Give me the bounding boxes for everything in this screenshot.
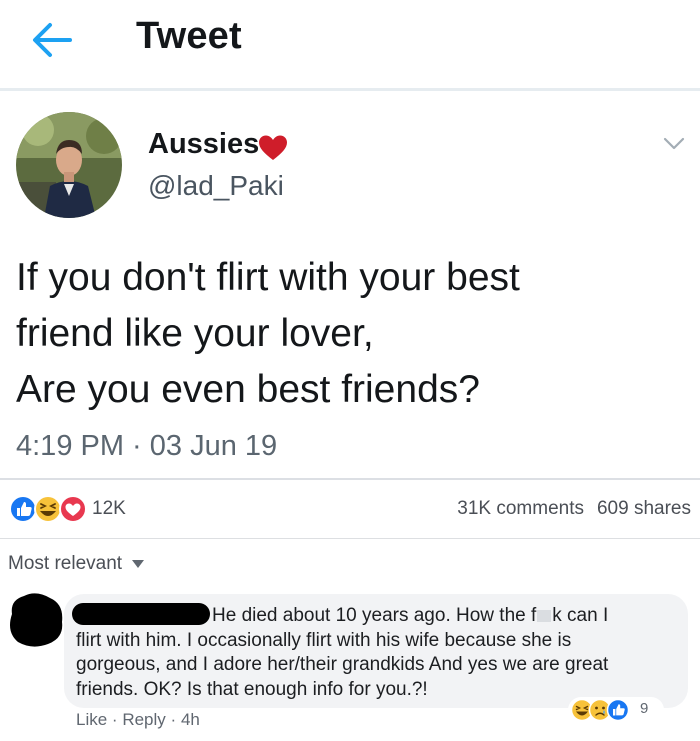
comment-text-part: He died about 10 years ago. How the f	[212, 605, 537, 626]
tweet-text: If you don't flirt with your best friend…	[16, 250, 686, 418]
divider	[0, 478, 700, 480]
comment-reactions-icons[interactable]	[568, 697, 664, 723]
comment-text: He died about 10 years ago. How the f k c…	[76, 604, 676, 702]
divider	[0, 538, 700, 539]
reply-link[interactable]: Reply	[122, 710, 165, 729]
like-link[interactable]: Like	[76, 710, 107, 729]
arrow-left-icon[interactable]	[30, 20, 74, 60]
comment-actions: Like · Reply · 4h	[76, 710, 200, 730]
reactions-icons[interactable]	[8, 494, 98, 524]
shares-count-link[interactable]: 609 shares	[597, 498, 691, 520]
comment-line: gorgeous, and I adore her/their grandkid…	[76, 654, 609, 675]
reaction-count[interactable]: 12K	[92, 498, 126, 520]
censor-patch	[537, 609, 552, 622]
separator: ·	[111, 710, 118, 729]
tweet-line: Are you even best friends?	[16, 368, 480, 411]
chevron-down-icon[interactable]	[662, 136, 686, 152]
comment-time[interactable]: 4h	[181, 710, 200, 729]
red-heart-icon	[259, 135, 287, 160]
tweet-line: If you don't flirt with your best	[16, 256, 520, 299]
caret-down-icon[interactable]	[132, 560, 144, 568]
tweet-timestamp[interactable]: 4:19 PM · 03 Jun 19	[16, 430, 277, 463]
page-title: Tweet	[136, 15, 242, 57]
comments-count-link[interactable]: 31K comments	[457, 498, 584, 520]
display-name[interactable]: Aussies	[148, 128, 259, 161]
user-handle[interactable]: @lad_Paki	[148, 170, 284, 202]
comment-line: flirt with him. I occasionally flirt wit…	[76, 629, 572, 651]
love-icon	[59, 495, 87, 523]
redacted-avatar	[10, 593, 63, 647]
tweet-line: friend like your lover,	[16, 312, 374, 355]
comment-text-part: k can I	[552, 605, 609, 626]
like-icon	[606, 698, 630, 722]
haha-icon	[34, 495, 62, 523]
avatar[interactable]	[16, 112, 122, 218]
sort-dropdown[interactable]: Most relevant	[8, 553, 122, 575]
top-bar: Tweet	[0, 0, 700, 91]
like-icon	[9, 495, 37, 523]
comment-reaction-count[interactable]: 9	[640, 700, 648, 717]
separator: ·	[170, 710, 177, 729]
